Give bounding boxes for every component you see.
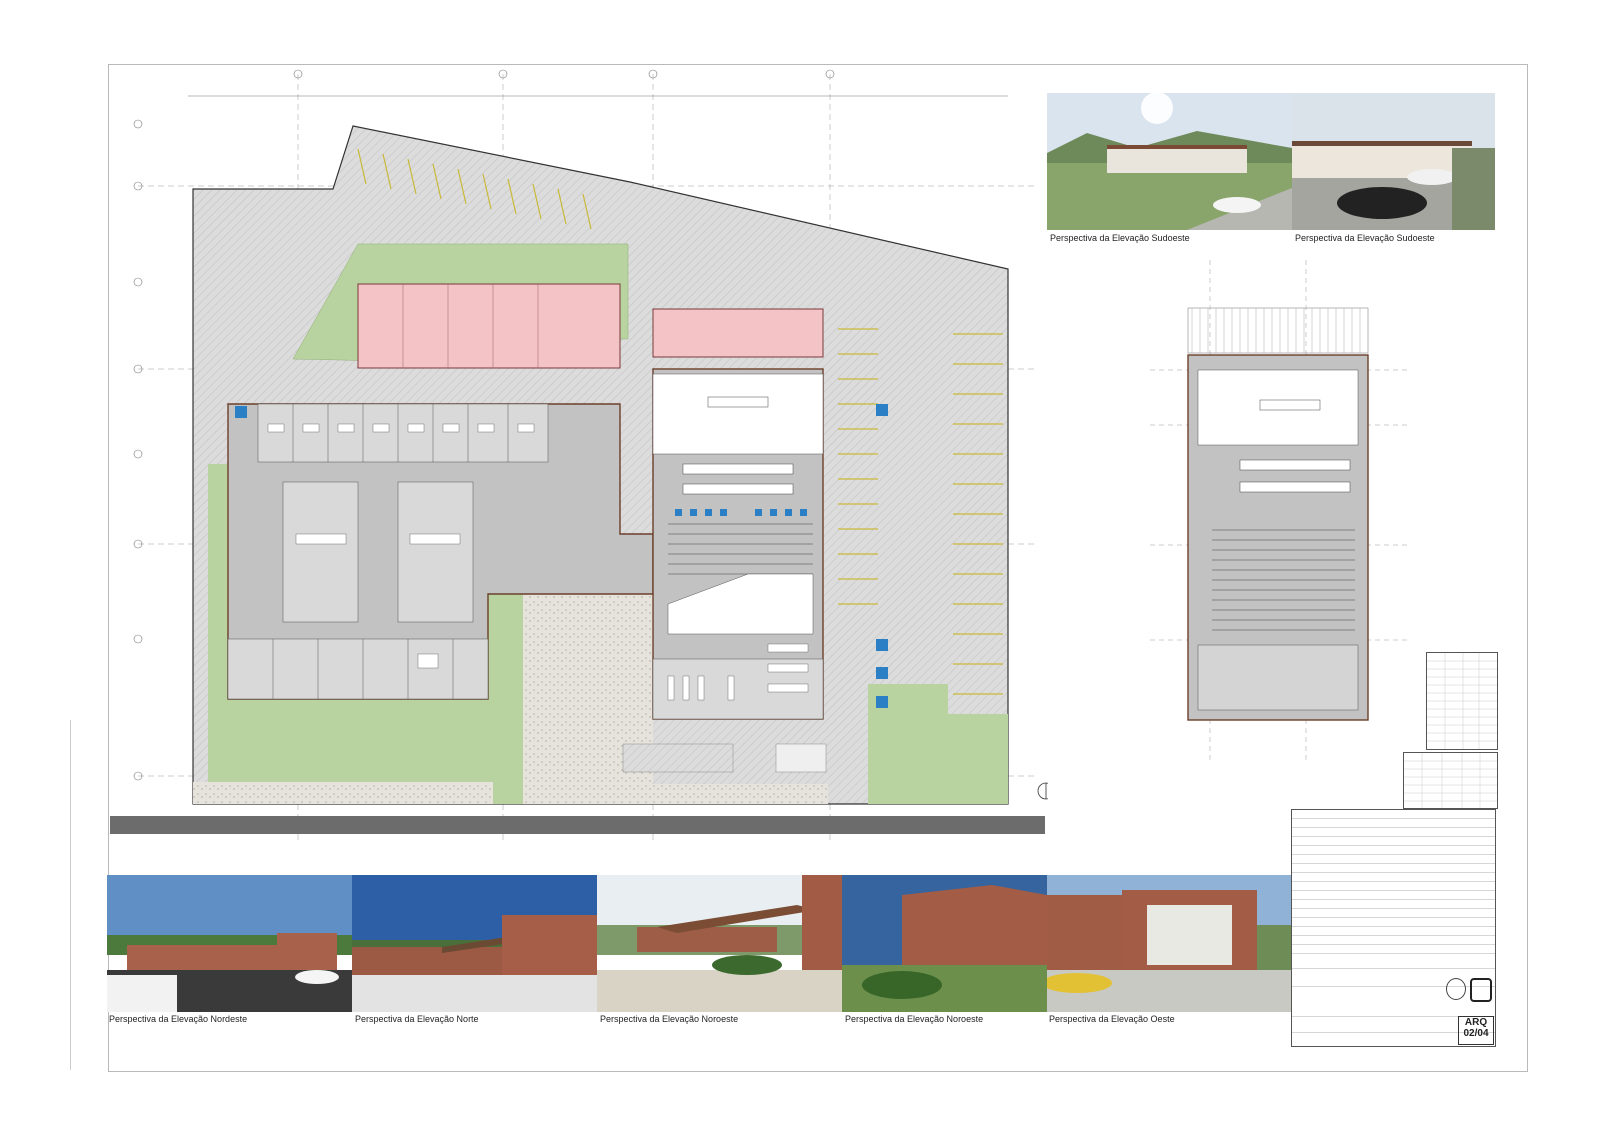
- sheet-fold-line: [70, 720, 111, 1070]
- perspective-render-west: [1047, 875, 1292, 1012]
- road: [110, 816, 1045, 834]
- admin-block: [357, 283, 621, 369]
- perspective-render-southwest-2: [1292, 93, 1495, 230]
- north-arrow-icon: [1037, 782, 1048, 800]
- doors-schedule-table: [1403, 752, 1498, 809]
- frames-schedule-table: [1426, 652, 1498, 750]
- perspective-render-northeast: [107, 875, 352, 1012]
- sheet-number: 02/04: [1463, 1028, 1489, 1039]
- title-block: ARQ 02/04: [1291, 809, 1496, 1047]
- site-plan: [108, 64, 1048, 864]
- caption-perspective-top-2: Perspectiva da Elevação Sudoeste: [1295, 233, 1435, 243]
- sheet-number-box: ARQ 02/04: [1458, 1016, 1494, 1045]
- perspective-render-southwest-1: [1047, 93, 1292, 230]
- architect-logo-icon: [1470, 978, 1492, 1002]
- caption-perspective-top-1: Perspectiva da Elevação Sudoeste: [1050, 233, 1190, 243]
- perspective-render-northwest-2: [842, 875, 1047, 1012]
- annex-block: [652, 308, 824, 358]
- caption-perspective-bottom-2: Perspectiva da Elevação Norte: [355, 1014, 479, 1024]
- caption-perspective-bottom-3: Perspectiva da Elevação Noroeste: [600, 1014, 739, 1024]
- upper-floor-plan: [1150, 260, 1410, 770]
- caption-perspective-bottom-5: Perspectiva da Elevação Oeste: [1049, 1014, 1175, 1024]
- caption-perspective-bottom-4: Perspectiva da Elevação Noroeste: [845, 1014, 984, 1024]
- perspective-render-north: [352, 875, 597, 1012]
- sheet-code: ARQ: [1464, 1017, 1488, 1028]
- municipal-seal-icon: [1446, 978, 1466, 1000]
- caption-perspective-bottom-1: Perspectiva da Elevação Nordeste: [109, 1014, 248, 1024]
- perspective-render-northwest-1: [597, 875, 842, 1012]
